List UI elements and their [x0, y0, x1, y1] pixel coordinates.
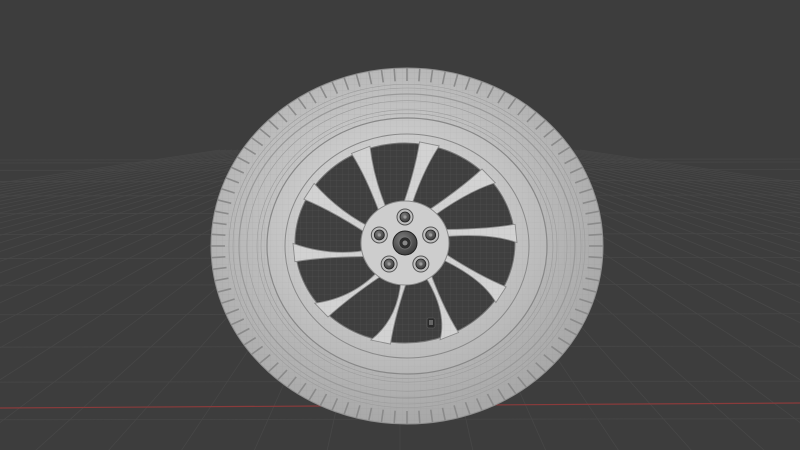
lug-nut-center: [387, 262, 391, 266]
lug-nut: [396, 208, 414, 226]
wheel-model[interactable]: [210, 67, 604, 425]
lug-nut-center: [429, 233, 433, 237]
3d-viewport[interactable]: [0, 0, 800, 450]
grid-line: [0, 149, 239, 191]
lug-nut: [380, 255, 398, 273]
grid-line: [0, 149, 233, 188]
lug-nut-center: [419, 262, 423, 266]
lug-nut: [422, 226, 440, 244]
lug-nut: [370, 226, 388, 244]
valve-stem[interactable]: [426, 317, 436, 329]
viewport-canvas[interactable]: [0, 0, 800, 450]
center-cap[interactable]: [392, 230, 418, 256]
lug-nut-center: [377, 233, 381, 237]
lug-nut-center: [403, 215, 407, 219]
lug-nut: [412, 255, 430, 273]
